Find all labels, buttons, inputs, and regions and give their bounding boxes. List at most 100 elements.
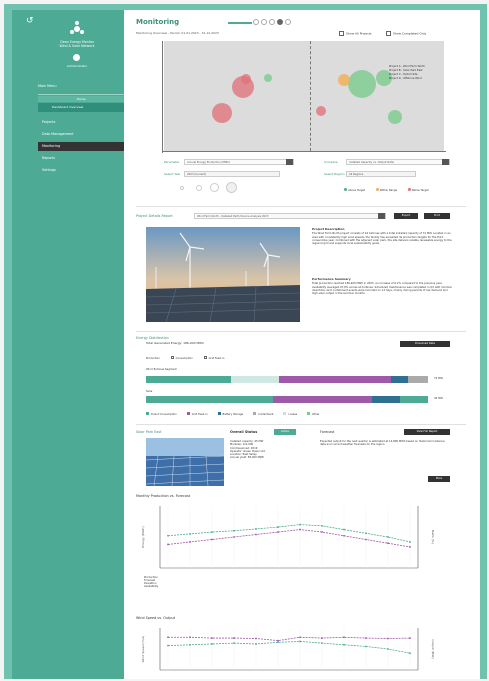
select-year-input[interactable]: 2023 (Current) [184,171,280,177]
legend-above: Above Target [344,188,365,192]
step-5[interactable] [285,19,291,25]
step-2[interactable] [261,19,267,25]
select-year-value: 2023 (Current) [187,173,207,176]
bubble-project-b4[interactable] [388,110,402,124]
step-1[interactable] [253,19,259,25]
data-point [233,536,235,538]
bubble-project-b[interactable] [264,74,272,82]
y-axis-label: Energy (MWh) [141,526,145,547]
toggle-consumption-text: Consumption [175,356,193,360]
slider-point-mid[interactable] [196,185,202,191]
data-point [233,637,235,639]
data-point [167,644,169,647]
more-button[interactable]: More [428,476,450,482]
solar-panel-photo [146,438,224,486]
checkbox-completed[interactable]: Show Completed Only [386,31,426,36]
divider [136,331,466,332]
export-button[interactable]: Export [394,213,418,219]
slider-point-max[interactable] [226,182,237,193]
data-point [365,532,367,535]
data-point [211,637,213,639]
legend-below: Below Target [407,188,429,192]
parameter-select[interactable]: Annual Energy Production (MWh) [184,159,294,165]
bar-segment [146,376,231,383]
download-data-button[interactable]: Download Data [400,341,450,347]
sidebar-item-data-management[interactable]: Data Management [38,130,124,139]
data-point [277,531,279,533]
bar-segment [230,376,279,383]
y2-axis-label: Output (MW) [431,639,435,658]
data-point [409,637,411,639]
checkbox-show-all[interactable]: Show All Projects [339,31,372,36]
bar-segment [371,396,400,403]
step-3[interactable] [269,19,275,25]
data-point [321,642,323,645]
sidebar-item-projects[interactable]: Projects [38,118,124,127]
data-point [211,643,213,645]
wind-speed-chart: Wind Speed (m/s) Output (MW) [141,628,435,671]
bar2-suffix: 45 MW [434,397,443,400]
sidebar-item-settings[interactable]: Settings [38,166,124,175]
project-description-title: Project Description [312,227,345,231]
y2-axis-label: Ratio (%) [431,530,435,544]
compare-select[interactable]: Installed Capacity vs. Output Ratio [346,159,450,165]
data-point [365,637,367,639]
project-select-value: Wind Farm North - Detailed Performance A… [197,215,269,218]
data-point [255,637,257,640]
toggle-consumption[interactable]: Consumption [170,356,193,360]
bubble-project-a2[interactable] [212,103,232,123]
page-title: Monitoring [136,18,180,26]
print-button[interactable]: Print [424,213,450,219]
status-legend: Above Target Within Range Below Target [344,188,439,192]
data-point [365,645,367,648]
data-point [299,528,301,531]
legend-item: Curtailment [253,412,273,416]
bubble-chart [164,41,444,151]
legend-below-text: Below Target [411,188,429,192]
bar2-label: Solar [146,390,153,393]
nav-dashboard-overview[interactable]: Dashboard Overview [38,103,124,112]
chevron-down-icon [442,159,449,165]
legend-above-text: Above Target [348,188,365,192]
select-region-value: All Regions [349,173,364,176]
bubble-axis-x [162,151,446,152]
bar1-suffix: 72 MW [434,377,443,380]
bubble-project-c[interactable] [338,74,350,86]
data-point [409,652,411,655]
select-region-input[interactable]: All Regions [346,171,416,177]
slider-point-low[interactable] [180,186,184,190]
project-description-text: The Wind Farm North project consists of … [312,232,452,246]
forecast-text: Expected output for the next quarter is … [320,440,445,447]
legend-item: Losses [283,412,297,416]
user-avatar-icon[interactable] [73,54,80,61]
view-full-report-button[interactable]: View Full Report [404,429,450,435]
bubble-project-a3[interactable] [241,74,251,84]
sidebar-item-reports[interactable]: Reports [38,154,124,163]
step-4[interactable] [277,19,283,25]
bar-segment [408,376,428,383]
data-point [387,536,389,538]
project-select[interactable]: Wind Farm North - Detailed Performance A… [194,213,386,219]
data-point [233,642,235,645]
nav-home[interactable]: Home [38,96,124,102]
bubble-project-d[interactable] [316,106,326,116]
parameter-value: Annual Energy Production (MWh) [187,161,230,164]
toggle-grid-feed[interactable]: Grid Feed-in [203,356,224,360]
parameter-label: Parameter [164,160,180,164]
bubble-project-b2[interactable] [348,70,376,98]
data-point [189,541,191,543]
compare-value: Installed Capacity vs. Output Ratio [349,161,395,164]
data-point [277,639,279,642]
app-window: ↺ Clean Energy Monitor Wind & Solar Netw… [12,10,480,679]
data-point [365,538,367,541]
distribution-subtitle: Total Generated Energy: 186,400 MWh [146,341,204,345]
back-icon[interactable]: ↺ [26,16,34,26]
sidebar-item-monitoring[interactable]: Monitoring [38,142,124,151]
status-badge: Active [274,429,296,435]
toggle-production[interactable]: Production [146,357,160,360]
chart1-table: Production Forecast Deviation Availabili… [144,576,434,588]
data-point [189,643,191,646]
data-point [321,637,323,639]
table-row: Availability [144,585,159,588]
slider-point-high[interactable] [210,183,219,192]
